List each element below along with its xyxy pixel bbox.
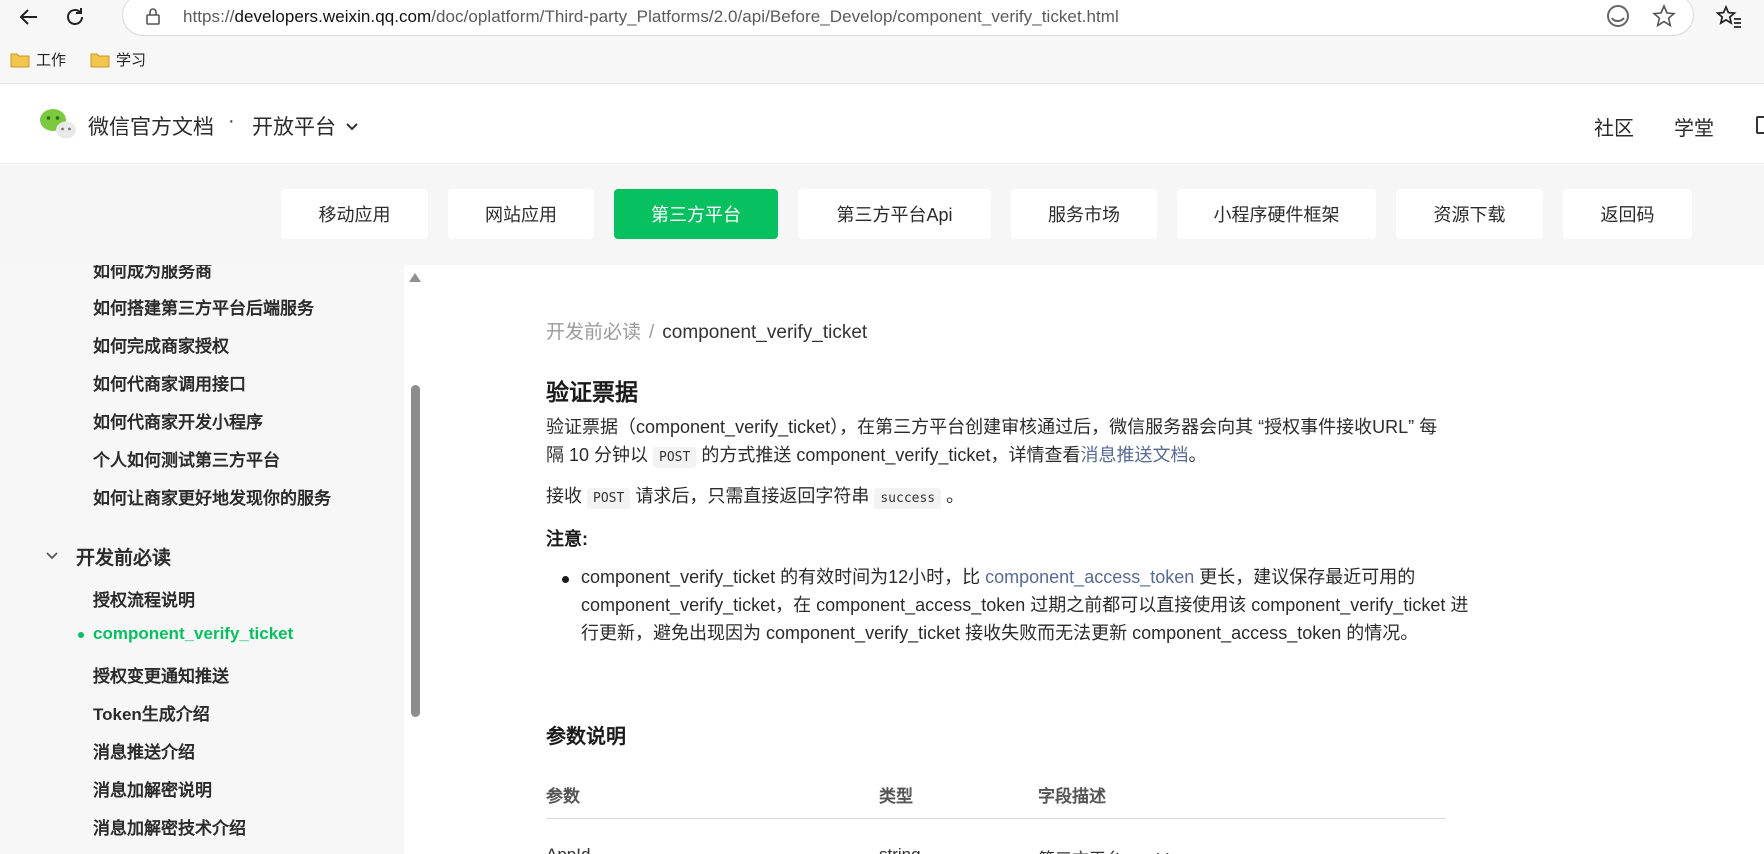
sidebar-scroll-thumb[interactable] bbox=[411, 385, 420, 717]
tab-service-market[interactable]: 服务市场 bbox=[1011, 189, 1157, 239]
back-button[interactable] bbox=[14, 2, 44, 32]
tab-third-party-platform[interactable]: 第三方平台 bbox=[614, 189, 778, 239]
page-title: 验证票据 bbox=[546, 379, 638, 405]
folder-icon bbox=[10, 53, 30, 67]
browser-toolbar: https://developers.weixin.qq.com/doc/opl… bbox=[0, 0, 1764, 36]
link-message-push-docs[interactable]: 消息推送文档 bbox=[1080, 445, 1188, 465]
code-success: success bbox=[874, 488, 942, 509]
breadcrumb: 开发前必读 / component_verify_ticket bbox=[546, 322, 868, 343]
tab-downloads[interactable]: 资源下载 bbox=[1396, 189, 1543, 239]
sidebar-item[interactable]: 消息加解密说明 bbox=[93, 776, 212, 801]
reload-icon bbox=[67, 8, 83, 25]
sidebar-item[interactable]: 如何代商家调用接口 bbox=[93, 370, 246, 395]
sidebar-item[interactable]: 授权流程说明 bbox=[93, 586, 195, 611]
scroll-up-arrow-icon[interactable] bbox=[409, 273, 421, 282]
params-section-title: 参数说明 bbox=[546, 726, 626, 748]
link-component-access-token[interactable]: component_access_token bbox=[985, 567, 1194, 587]
header-link-community[interactable]: 社区 bbox=[1594, 112, 1634, 141]
bookmarks-bar: 工作 学习 bbox=[0, 36, 1764, 84]
tab-website-apps[interactable]: 网站应用 bbox=[448, 189, 594, 239]
intro-paragraph: 验证票据（component_verify_ticket），在第三方平台创建审核… bbox=[546, 413, 1446, 472]
sidebar-item[interactable]: 如何代商家开发小程序 bbox=[93, 408, 263, 433]
table-cell: string bbox=[879, 845, 921, 854]
table-header-description: 字段描述 bbox=[1038, 787, 1106, 806]
tab-return-codes[interactable]: 返回码 bbox=[1563, 189, 1692, 239]
header-link-academy[interactable]: 学堂 bbox=[1674, 112, 1714, 141]
table-cell: 第三方平台 appid bbox=[1038, 845, 1169, 854]
wechat-logo-icon[interactable] bbox=[38, 106, 78, 142]
bookmark-folder-work[interactable]: 工作 bbox=[10, 49, 66, 70]
code-post: POST bbox=[653, 447, 697, 468]
site-title[interactable]: 微信官方文档 bbox=[88, 111, 214, 141]
note-label: 注意: bbox=[546, 529, 588, 549]
doc-content: 开发前必读 / component_verify_ticket 验证票据 验证票据（… bbox=[424, 265, 1764, 854]
breadcrumb-parent[interactable]: 开发前必读 bbox=[546, 322, 641, 343]
sidebar-item[interactable]: 如何成为服务商 bbox=[93, 265, 212, 282]
bullet-marker bbox=[562, 576, 569, 583]
sidebar-item[interactable]: 如何搭建第三方平台后端服务 bbox=[93, 294, 314, 319]
sidebar-item[interactable]: 授权变更通知推送 bbox=[93, 662, 229, 687]
sidebar-item[interactable]: 如何完成商家授权 bbox=[93, 332, 229, 357]
breadcrumb-current: component_verify_ticket bbox=[662, 322, 868, 343]
table-cell: AppId bbox=[546, 845, 590, 854]
code-post: POST bbox=[587, 488, 631, 509]
lock-icon bbox=[146, 8, 160, 25]
note-bullet: component_verify_ticket 的有效时间为12小时，比 com… bbox=[581, 567, 1469, 643]
active-indicator-dot bbox=[78, 632, 84, 638]
response-paragraph: 接收 POST 请求后，只需直接返回字符串 success 。 bbox=[546, 482, 1446, 513]
sidebar-group-before-develop[interactable]: 开发前必读 bbox=[76, 543, 171, 570]
sidebar-item[interactable]: 个人如何测试第三方平台 bbox=[93, 446, 280, 471]
sidebar-item[interactable]: 消息推送介绍 bbox=[93, 738, 195, 763]
sidebar-item[interactable]: Token生成介绍 bbox=[93, 700, 210, 725]
title-separator: · bbox=[228, 110, 235, 132]
table-header-type: 类型 bbox=[879, 787, 913, 806]
star-icon[interactable] bbox=[1651, 3, 1677, 29]
header-overflow-icon[interactable] bbox=[1756, 116, 1764, 134]
back-icon bbox=[19, 9, 37, 25]
tab-hardware-framework[interactable]: 小程序硬件框架 bbox=[1177, 189, 1376, 239]
url-text: https://developers.weixin.qq.com/doc/opl… bbox=[183, 7, 1119, 26]
category-tabs: 移动应用 网站应用 第三方平台 第三方平台Api 服务市场 小程序硬件框架 资源… bbox=[0, 165, 1764, 265]
tab-mobile-apps[interactable]: 移动应用 bbox=[281, 189, 428, 239]
table-header-param: 参数 bbox=[546, 787, 580, 806]
sidebar-item[interactable]: 如何让商家更好地发现你的服务 bbox=[93, 484, 331, 509]
sidebar-item-active[interactable]: component_verify_ticket bbox=[93, 624, 293, 644]
chevron-down-icon[interactable] bbox=[44, 547, 60, 563]
tab-third-party-api[interactable]: 第三方平台Api bbox=[798, 189, 991, 239]
site-header: 微信官方文档 · 开放平台 社区 学堂 bbox=[0, 84, 1764, 164]
bookmark-folder-study[interactable]: 学习 bbox=[90, 49, 146, 70]
sidebar-nav: 如何成为服务商 如何搭建第三方平台后端服务 如何完成商家授权 如何代商家调用接口… bbox=[0, 265, 424, 854]
address-bar[interactable]: https://developers.weixin.qq.com/doc/opl… bbox=[122, 0, 1694, 36]
table-header-divider bbox=[546, 818, 1446, 819]
reload-button[interactable] bbox=[60, 2, 90, 32]
folder-icon bbox=[90, 53, 110, 67]
favorites-icon[interactable] bbox=[1715, 3, 1743, 31]
sidebar-item[interactable]: 消息加解密技术介绍 bbox=[93, 814, 246, 839]
edge-icon[interactable] bbox=[1605, 3, 1631, 29]
platform-selector[interactable]: 开放平台 bbox=[252, 111, 360, 141]
chevron-down-icon bbox=[346, 123, 358, 131]
